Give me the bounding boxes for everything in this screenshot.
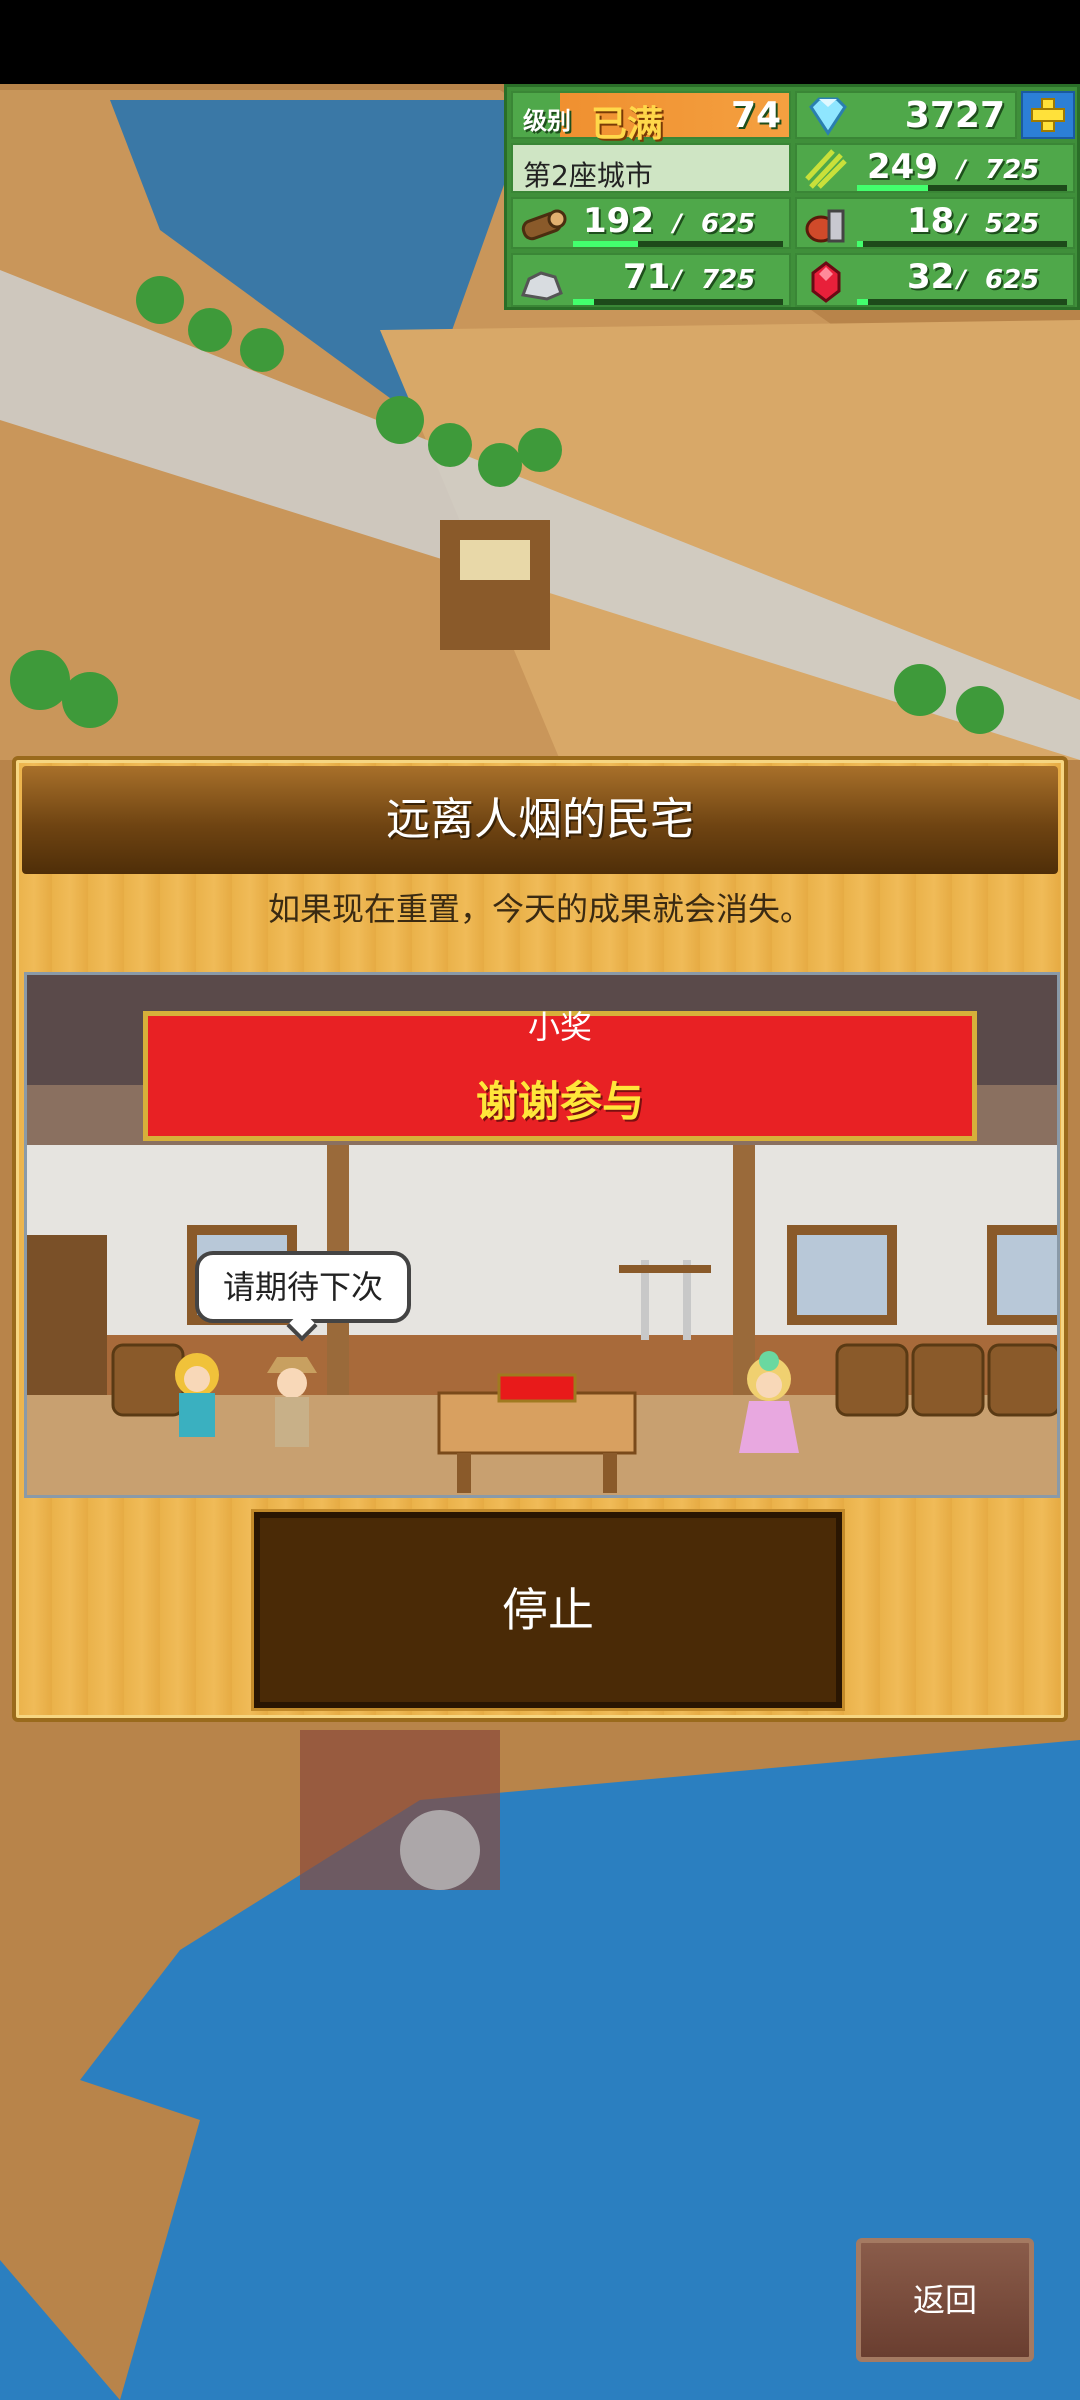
resource-hud[interactable]: 级别 已满 74 3727 第2座城市 249 / 725 192 / 625 …	[504, 84, 1080, 310]
ore-bar	[573, 299, 783, 305]
wood-value: 192	[583, 201, 654, 241]
add-gems-button[interactable]	[1021, 91, 1075, 139]
food-icon	[805, 209, 845, 243]
status-bar	[0, 0, 1080, 84]
grain-slash: /	[957, 155, 966, 183]
level-status: 已满	[591, 104, 664, 145]
resource-wood: 192 / 625	[511, 197, 791, 249]
result-banner: 小奖 谢谢参与	[143, 1008, 977, 1141]
gem-panel: 3727	[795, 91, 1017, 139]
resource-grain: 249 / 725	[795, 143, 1075, 193]
food-slash: /	[957, 209, 966, 237]
ruby-bar	[857, 299, 1067, 305]
ore-icon	[520, 271, 563, 301]
grain-value: 249	[867, 147, 938, 187]
resource-ore: 71 / 725	[511, 253, 791, 307]
city-name-panel: 第2座城市	[511, 143, 791, 193]
food-bar	[857, 241, 1067, 247]
resource-ruby: 32 / 625	[795, 253, 1075, 307]
grain-max: 725	[985, 155, 1040, 185]
back-button[interactable]: 返回	[856, 2238, 1034, 2362]
banner-sub-label: 小奖	[527, 1008, 592, 1046]
ruby-slash: /	[957, 265, 966, 293]
ore-slash: /	[673, 265, 682, 293]
ruby-icon	[811, 261, 841, 303]
wood-bar	[573, 241, 783, 247]
speech-bubble: 请期待下次	[195, 1251, 411, 1323]
diamond-icon	[809, 97, 847, 136]
level-panel: 级别 已满 74	[511, 91, 791, 145]
level-label: 级别	[523, 107, 571, 135]
wood-slash: /	[673, 209, 682, 237]
city-name: 第2座城市	[523, 159, 653, 192]
food-value: 18	[907, 201, 955, 241]
ruby-max: 625	[985, 265, 1040, 295]
dialog-title: 远离人烟的民宅	[386, 794, 694, 845]
dialog-message: 如果现在重置，今天的成果就会消失。	[267, 890, 812, 928]
ruby-value: 32	[907, 257, 955, 297]
resource-food: 18 / 525	[795, 197, 1075, 249]
banner-main-label: 谢谢参与	[475, 1077, 644, 1126]
grain-icon	[805, 149, 847, 189]
dialog-header: 远离人烟的民宅	[22, 766, 1058, 874]
wood-icon	[521, 209, 567, 241]
ore-value: 71	[623, 257, 671, 297]
food-max: 525	[985, 209, 1040, 239]
stop-button[interactable]: 停止	[254, 1512, 842, 1708]
gem-count: 3727	[904, 95, 1005, 136]
villager-girl	[175, 1353, 219, 1437]
level-value: 74	[731, 95, 782, 136]
event-dialog: 远离人烟的民宅 如果现在重置，今天的成果就会消失。 小奖 谢谢参与 请期待下次 …	[12, 756, 1068, 1722]
grain-bar	[857, 185, 1067, 191]
plus-icon	[1031, 98, 1065, 132]
event-scene: 小奖 谢谢参与 请期待下次	[24, 972, 1060, 1498]
wood-max: 625	[701, 209, 756, 239]
ore-max: 725	[701, 265, 756, 295]
